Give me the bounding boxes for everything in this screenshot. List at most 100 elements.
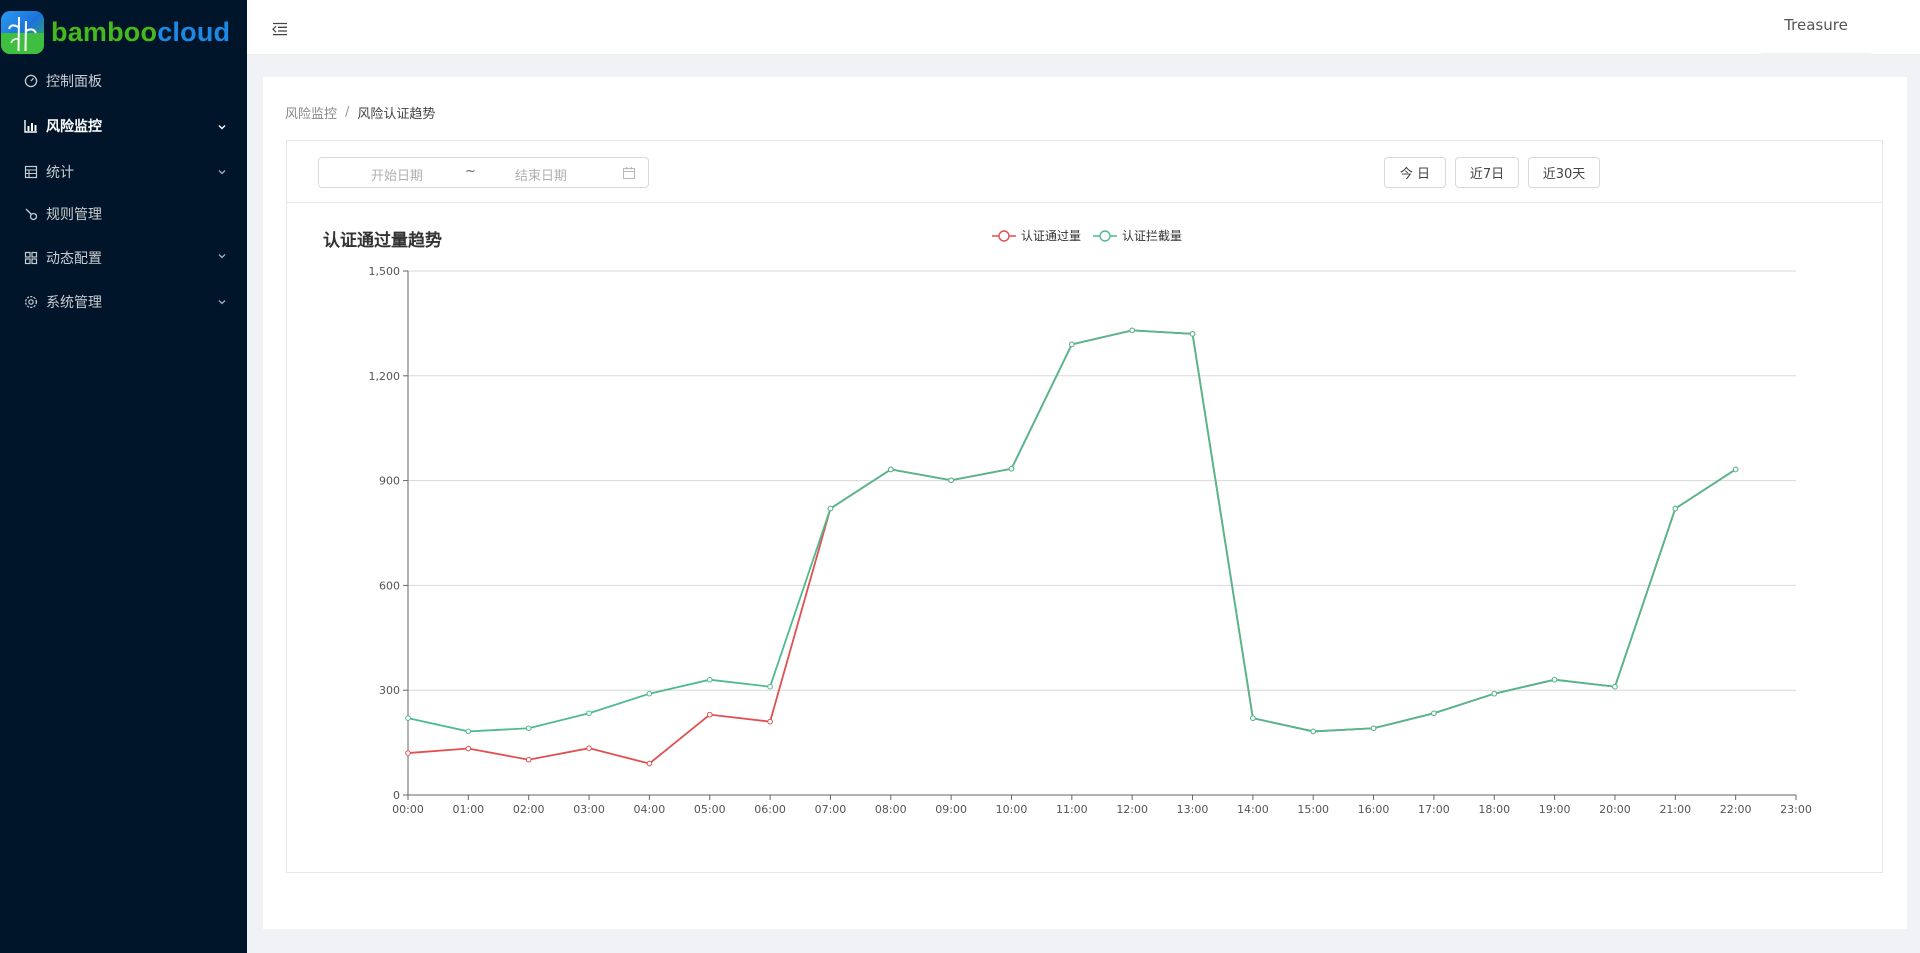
calendar-icon — [622, 166, 636, 180]
line-chart: 0 300 600 900 1,200 1,500 00:00 01:00 02:00 03:00… — [369, 265, 1812, 816]
series-line-1 — [407, 329, 1737, 733]
x-tick-label: 08:00 — [875, 803, 907, 816]
y-tick-label: 0 — [393, 789, 400, 802]
x-tick-label: 18:00 — [1478, 803, 1510, 816]
data-point — [887, 466, 894, 473]
table-icon — [23, 164, 39, 180]
data-point — [1189, 331, 1196, 337]
sidebar-item-label: 统计 — [46, 165, 74, 181]
sidebar-item-label: 风险监控 — [46, 119, 102, 135]
trend-panel: 开始日期 ~ 结束日期 今 日 近7日 近30天 0 300 600 900 1,200… — [286, 140, 1883, 873]
data-point — [1008, 465, 1015, 472]
x-tick-label: 21:00 — [1659, 803, 1691, 816]
start-date-input[interactable]: 开始日期 — [371, 165, 423, 184]
data-point — [1370, 725, 1377, 732]
x-tick-label: 00:00 — [392, 803, 424, 816]
x-tick-label: 07:00 — [815, 803, 847, 816]
legend-item-pass[interactable]: 认证通过量 — [992, 227, 1081, 244]
data-point — [405, 715, 411, 721]
legend-label-block: 认证拦截量 — [1122, 229, 1183, 243]
data-point — [405, 750, 411, 756]
x-tick-label: 12:00 — [1116, 803, 1148, 816]
legend-item-block[interactable]: 认证拦截量 — [1093, 227, 1182, 244]
data-point — [827, 505, 834, 512]
data-point — [706, 711, 713, 718]
x-tick-label: 06:00 — [754, 803, 786, 816]
sidebar-item-statistics[interactable]: 统计 — [0, 151, 247, 193]
today-button[interactable]: 今 日 — [1384, 157, 1446, 188]
series-line-0 — [407, 329, 1737, 765]
last-7-days-button[interactable]: 近7日 — [1455, 157, 1519, 188]
x-tick-label: 20:00 — [1599, 803, 1631, 816]
chart-area: 0 300 600 900 1,200 1,500 00:00 01:00 02:00 03:00… — [287, 203, 1882, 872]
sidebar-item-risk-monitor[interactable]: 风险监控 — [0, 101, 247, 151]
x-tick-label: 11:00 — [1056, 803, 1088, 816]
date-range-picker[interactable]: 开始日期 ~ 结束日期 — [318, 157, 649, 188]
x-tick-label: 04:00 — [634, 803, 666, 816]
x-tick-label: 03:00 — [573, 803, 605, 816]
data-point — [525, 756, 532, 763]
data-point — [465, 728, 472, 735]
sidebar-item-system-admin[interactable]: 系统管理 — [0, 281, 247, 323]
menu-fold-icon[interactable] — [272, 21, 288, 36]
data-point — [767, 683, 773, 690]
x-tick-label: 14:00 — [1237, 803, 1269, 816]
user-name-menu[interactable]: Treasure — [1761, 16, 1871, 54]
y-tick-label: 1,500 — [369, 265, 401, 278]
sidebar-item-label: 控制面板 — [46, 74, 102, 90]
data-point — [767, 718, 773, 725]
filter-toolbar: 开始日期 ~ 结束日期 今 日 近7日 近30天 — [287, 141, 1882, 203]
sidebar-item-label: 系统管理 — [46, 295, 102, 311]
top-header: Treasure — [247, 0, 1920, 54]
x-tick-label: 05:00 — [694, 803, 726, 816]
breadcrumb-separator: / — [345, 105, 350, 120]
breadcrumb: 风险监控 / 风险认证趋势 — [285, 103, 435, 122]
data-point — [1069, 341, 1075, 348]
end-date-input[interactable]: 结束日期 — [515, 165, 567, 184]
x-tick-label: 01:00 — [452, 803, 484, 816]
data-point — [586, 745, 592, 751]
brand-name-part2: cloud — [157, 16, 231, 47]
sidebar-item-label: 动态配置 — [46, 251, 102, 267]
last-30-days-button[interactable]: 近30天 — [1528, 157, 1600, 188]
x-tick-label: 19:00 — [1539, 803, 1571, 816]
data-point — [525, 725, 532, 732]
sidebar: bamboocloud 控制面板 风险监控 统计 规则管理 动态配置 系统管理 — [0, 0, 247, 953]
brand-name: bamboocloud — [51, 17, 230, 48]
data-point — [1672, 505, 1679, 512]
x-tick-label: 22:00 — [1720, 803, 1752, 816]
bamboo-logo-icon — [1, 10, 44, 54]
data-point — [1250, 715, 1256, 721]
sidebar-item-dashboard[interactable]: 控制面板 — [0, 61, 247, 101]
legend-label-pass: 认证通过量 — [1021, 229, 1082, 243]
chevron-down-icon — [217, 295, 229, 307]
data-point — [1732, 466, 1739, 473]
brand-logo[interactable]: bamboocloud — [0, 9, 230, 55]
data-point — [646, 690, 653, 697]
data-point — [1612, 683, 1618, 690]
brand-name-part1: bamboo — [51, 16, 158, 47]
chevron-down-icon — [217, 249, 229, 261]
y-tick-label: 1,200 — [369, 370, 401, 383]
y-tick-label: 600 — [379, 579, 400, 592]
chevron-down-icon — [217, 165, 229, 177]
legend-marker-pass-icon — [992, 229, 1016, 242]
data-point — [948, 477, 954, 484]
sidebar-item-dynamic-config[interactable]: 动态配置 — [0, 235, 247, 281]
y-tick-label: 900 — [379, 475, 400, 488]
sidebar-item-rules[interactable]: 规则管理 — [0, 193, 247, 235]
gear-icon — [23, 294, 39, 310]
data-point — [1129, 327, 1135, 334]
x-tick-label: 16:00 — [1358, 803, 1390, 816]
breadcrumb-parent[interactable]: 风险监控 — [285, 103, 337, 122]
legend-marker-block-icon — [1093, 229, 1118, 242]
breadcrumb-current: 风险认证趋势 — [357, 107, 436, 122]
x-tick-label: 13:00 — [1177, 803, 1209, 816]
data-point — [646, 760, 653, 767]
chart-title: 认证通过量趋势 — [323, 231, 442, 251]
main-content: 风险监控 / 风险认证趋势 开始日期 ~ 结束日期 今 日 近7日 近30天 0… — [263, 77, 1907, 929]
data-point — [465, 745, 472, 752]
x-tick-label: 09:00 — [935, 803, 967, 816]
x-tick-label: 17:00 — [1418, 803, 1450, 816]
data-point — [1491, 690, 1498, 697]
